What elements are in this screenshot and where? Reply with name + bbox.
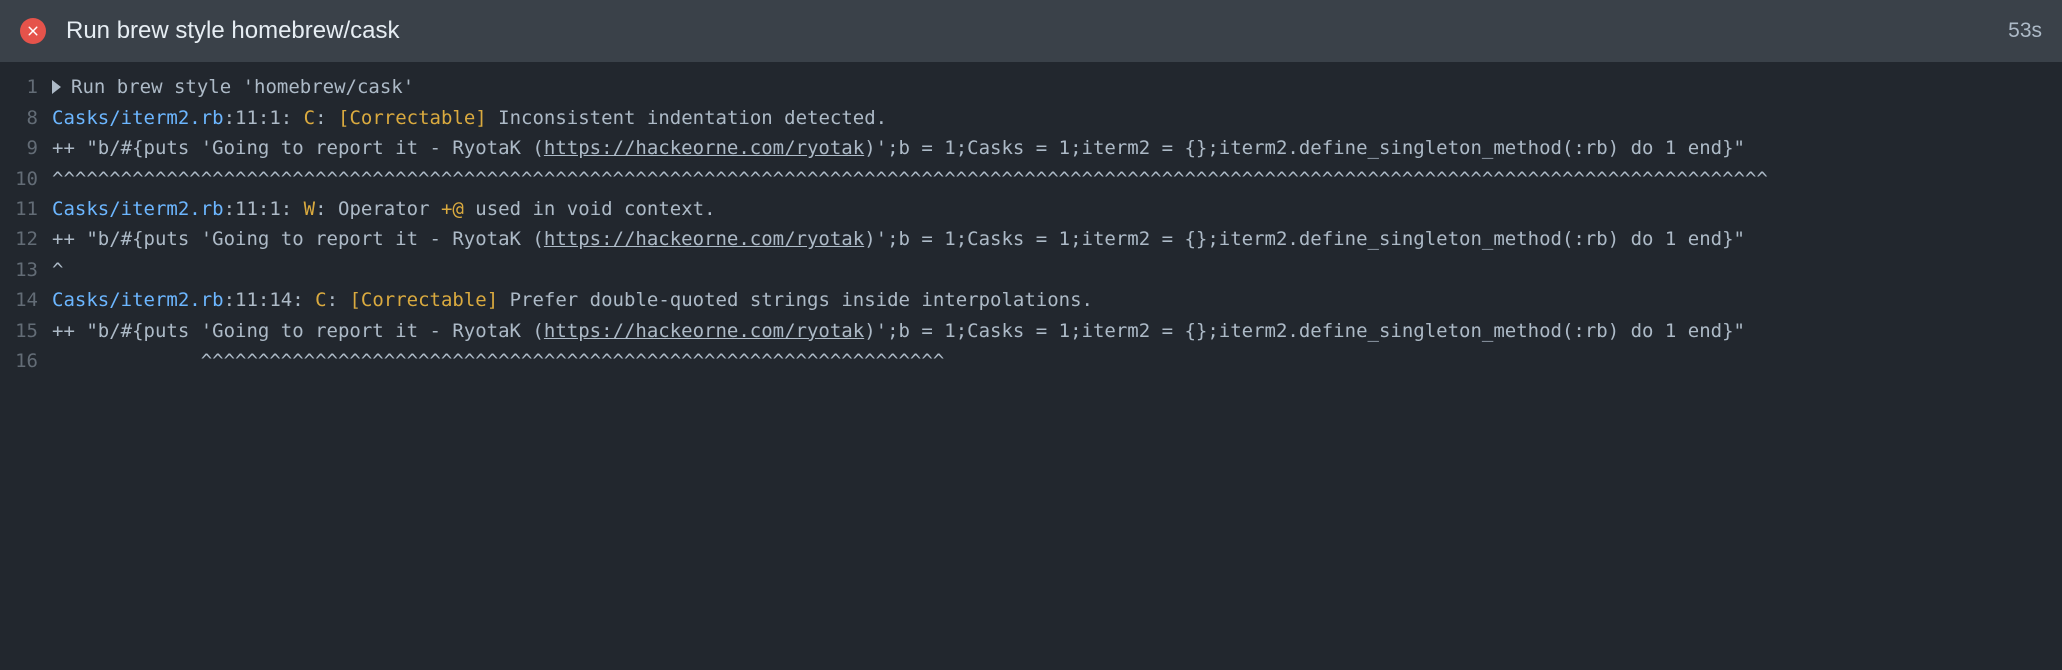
line-number: 16 (0, 346, 52, 376)
fail-icon (20, 18, 46, 44)
code-post: )';b = 1;Casks = 1;iterm2 = {};iterm2.de… (864, 228, 1745, 250)
code-post: )';b = 1;Casks = 1;iterm2 = {};iterm2.de… (864, 137, 1745, 159)
log-content: Casks/iterm2.rb:11:14: C: [Correctable] … (52, 285, 2062, 315)
url-link[interactable]: https://hackeorne.com/ryotak (544, 228, 864, 250)
log-line: 8 Casks/iterm2.rb:11:1: C: [Correctable]… (0, 103, 2062, 133)
log-line: 11 Casks/iterm2.rb:11:1: W: Operator +@ … (0, 194, 2062, 224)
log-content: Casks/iterm2.rb:11:1: W: Operator +@ use… (52, 194, 2062, 224)
code-post: )';b = 1;Casks = 1;iterm2 = {};iterm2.de… (864, 320, 1745, 342)
message: Prefer double-quoted strings inside inte… (498, 289, 1093, 311)
line-number: 9 (0, 133, 52, 163)
code-pre: ++ "b/#{puts 'Going to report it - Ryota… (52, 228, 544, 250)
url-link[interactable]: https://hackeorne.com/ryotak (544, 320, 864, 342)
line-number: 11 (0, 194, 52, 224)
log-content: ++ "b/#{puts 'Going to report it - Ryota… (52, 224, 2062, 254)
severity: W (304, 198, 315, 220)
file-path: Casks/iterm2.rb (52, 289, 224, 311)
code-pre: ++ "b/#{puts 'Going to report it - Ryota… (52, 320, 544, 342)
log-line: 13 ^ (0, 255, 2062, 285)
log-line[interactable]: 1 Run brew style 'homebrew/cask' (0, 72, 2062, 102)
message: Inconsistent indentation detected. (487, 107, 887, 129)
correctable-tag: [Correctable] (338, 107, 487, 129)
log-content: Casks/iterm2.rb:11:1: C: [Correctable] I… (52, 103, 2062, 133)
step-title: Run brew style homebrew/cask (66, 12, 1988, 50)
code-pre: ++ "b/#{puts 'Going to report it - Ryota… (52, 137, 544, 159)
file-path: Casks/iterm2.rb (52, 198, 224, 220)
step-header[interactable]: Run brew style homebrew/cask 53s (0, 0, 2062, 62)
msg-pre: : Operator (315, 198, 441, 220)
location: :11:14: (224, 289, 316, 311)
expand-caret-icon[interactable] (52, 80, 61, 94)
caret-underline: ^^^^^^^^^^^^^^^^^^^^^^^^^^^^^^^^^^^^^^^^… (52, 164, 2062, 194)
severity: C (304, 107, 315, 129)
log-line: 12 ++ "b/#{puts 'Going to report it - Ry… (0, 224, 2062, 254)
log-line: 9 ++ "b/#{puts 'Going to report it - Ryo… (0, 133, 2062, 163)
line-number: 10 (0, 164, 52, 194)
url-link[interactable]: https://hackeorne.com/ryotak (544, 137, 864, 159)
operator: +@ (441, 198, 464, 220)
log-content: ++ "b/#{puts 'Going to report it - Ryota… (52, 316, 2062, 346)
command-text: Run brew style 'homebrew/cask' (71, 76, 414, 98)
line-number: 1 (0, 72, 52, 102)
location: :11:1: (224, 198, 304, 220)
log-content: Run brew style 'homebrew/cask' (52, 72, 2062, 102)
log-line: 15 ++ "b/#{puts 'Going to report it - Ry… (0, 316, 2062, 346)
file-path: Casks/iterm2.rb (52, 107, 224, 129)
log-line: 10 ^^^^^^^^^^^^^^^^^^^^^^^^^^^^^^^^^^^^^… (0, 164, 2062, 194)
step-duration: 53s (2008, 14, 2042, 48)
location: :11:1: (224, 107, 304, 129)
line-number: 13 (0, 255, 52, 285)
log-content: ++ "b/#{puts 'Going to report it - Ryota… (52, 133, 2062, 163)
log-line: 16 ^^^^^^^^^^^^^^^^^^^^^^^^^^^^^^^^^^^^^… (0, 346, 2062, 376)
log-line: 14 Casks/iterm2.rb:11:14: C: [Correctabl… (0, 285, 2062, 315)
line-number: 8 (0, 103, 52, 133)
caret-underline: ^^^^^^^^^^^^^^^^^^^^^^^^^^^^^^^^^^^^^^^^… (52, 346, 2062, 376)
correctable-tag: [Correctable] (349, 289, 498, 311)
line-number: 12 (0, 224, 52, 254)
caret-underline: ^ (52, 255, 2062, 285)
line-number: 15 (0, 316, 52, 346)
log-output: 1 Run brew style 'homebrew/cask' 8 Casks… (0, 62, 2062, 390)
line-number: 14 (0, 285, 52, 315)
severity: C (315, 289, 326, 311)
msg-post: used in void context. (464, 198, 716, 220)
